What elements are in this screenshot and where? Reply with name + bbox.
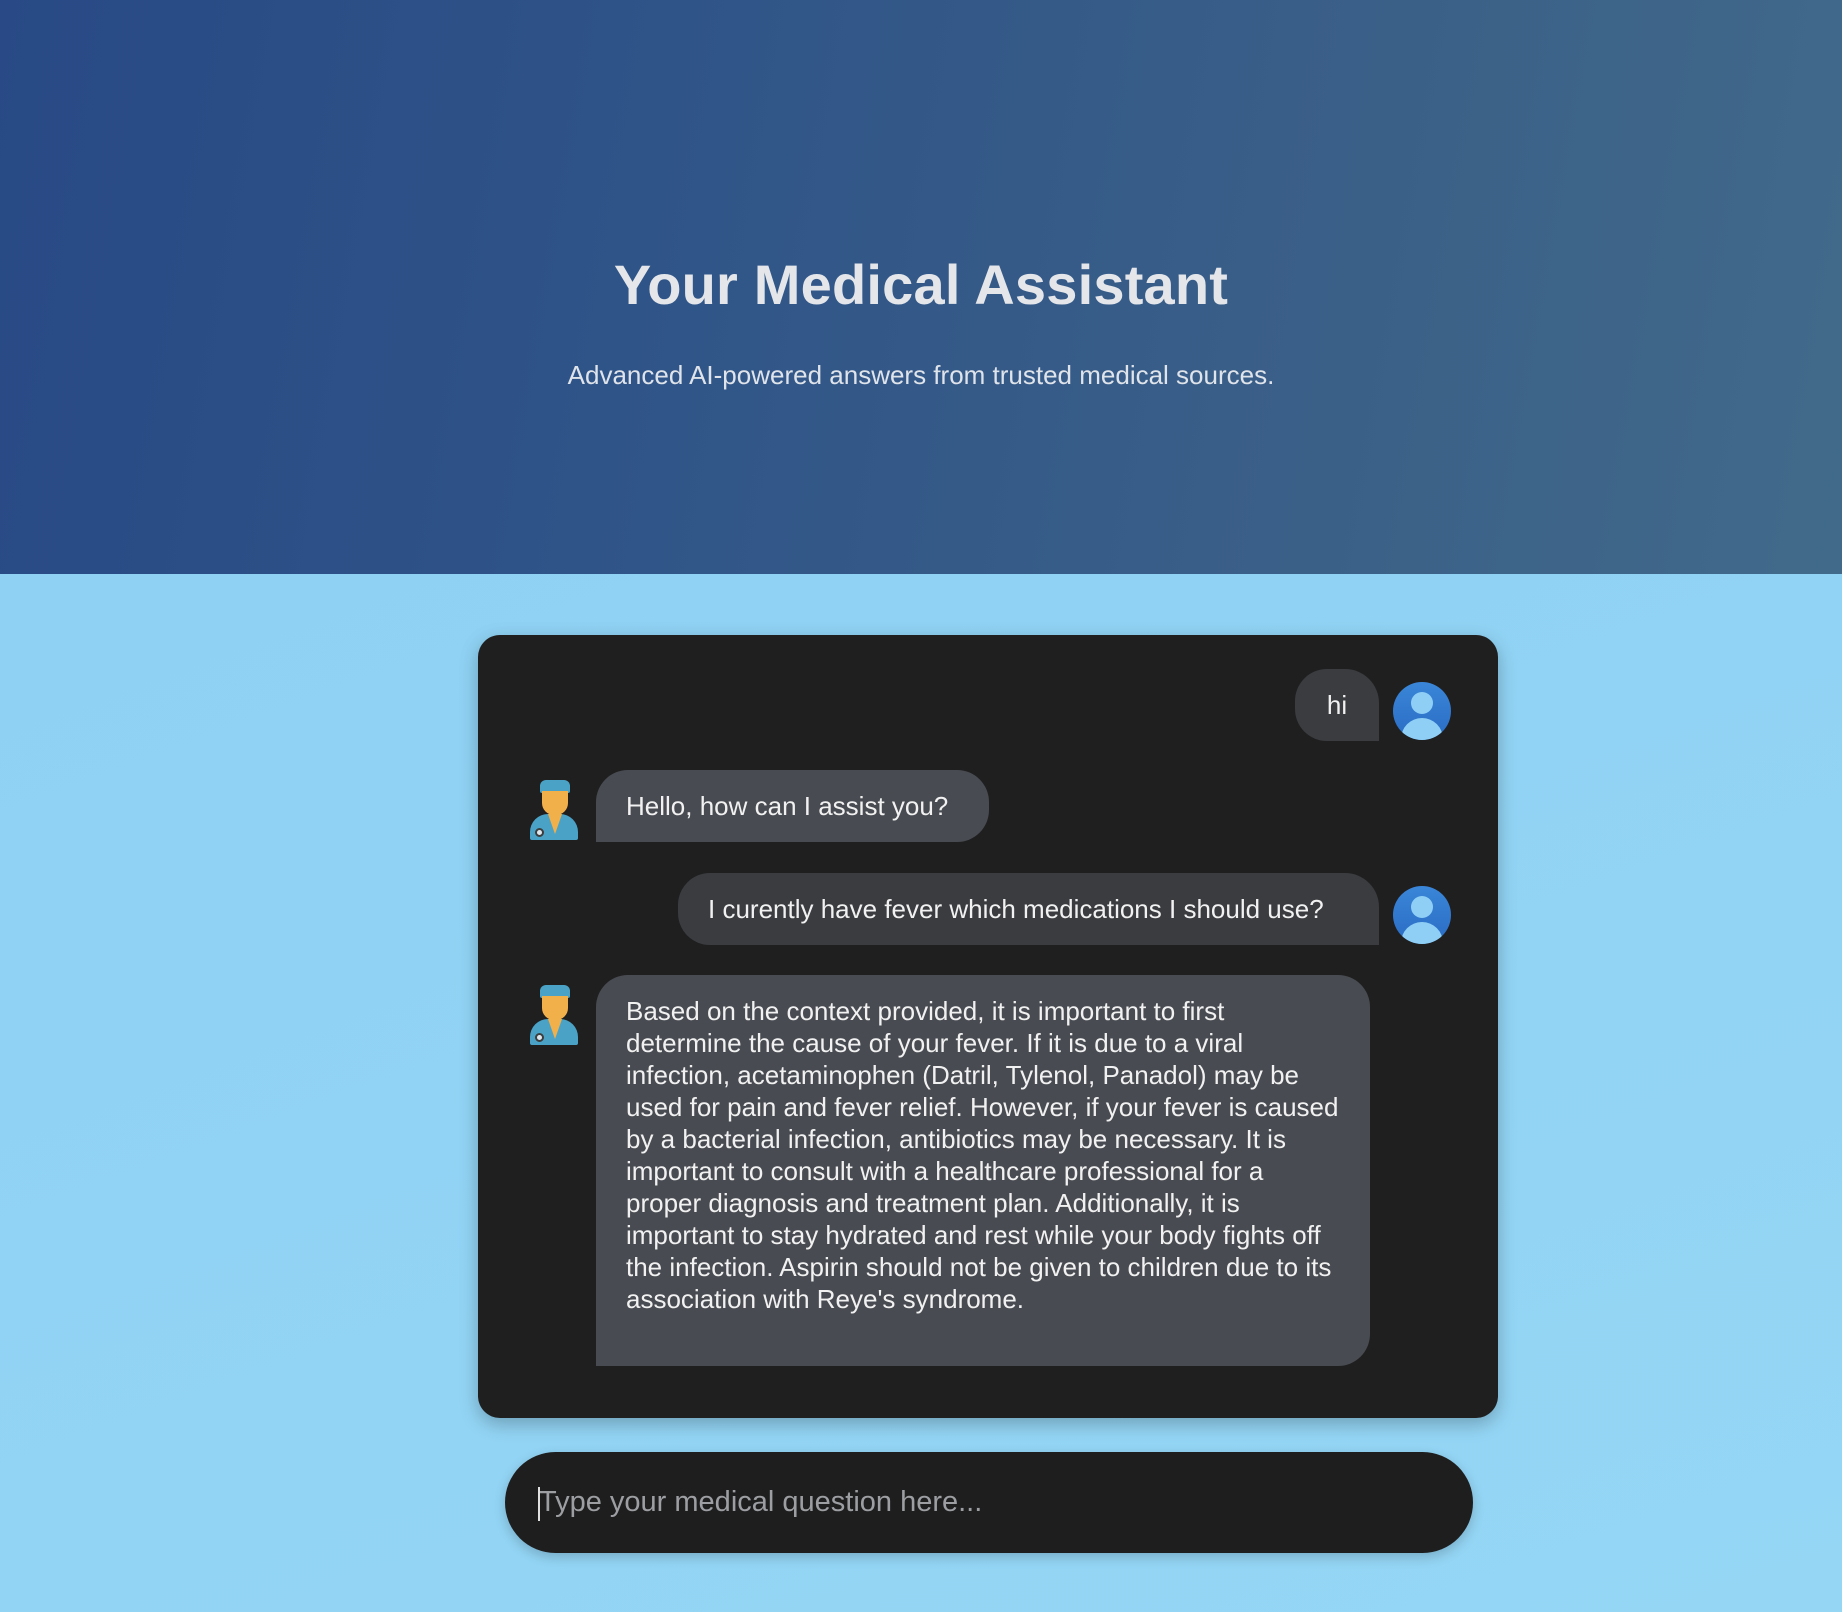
question-input[interactable]	[539, 1452, 1439, 1553]
user-message-bubble: I curently have fever which medications …	[678, 873, 1379, 945]
chat-message-assistant: Based on the context provided, it is imp…	[526, 975, 1370, 1366]
text-caret	[538, 1487, 540, 1521]
user-message-bubble: hi	[1295, 669, 1379, 741]
page-subtitle: Advanced AI-powered answers from trusted…	[567, 360, 1275, 390]
doctor-icon	[526, 778, 582, 840]
question-input-container[interactable]	[505, 1452, 1473, 1553]
assistant-message-bubble: Based on the context provided, it is imp…	[596, 975, 1370, 1366]
chat-message-assistant: Hello, how can I assist you?	[526, 770, 989, 842]
doctor-icon	[526, 983, 582, 1045]
chat-message-user: I curently have fever which medications …	[678, 873, 1451, 945]
user-avatar-icon	[1393, 886, 1451, 944]
assistant-message-bubble: Hello, how can I assist you?	[596, 770, 989, 842]
user-avatar-icon	[1393, 682, 1451, 740]
page-title: Your Medical Assistant	[613, 253, 1229, 316]
chat-message-user: hi	[1295, 669, 1451, 741]
chat-panel[interactable]: hi Hello, how can I assist you? I curent…	[478, 635, 1498, 1418]
hero-header: Your Medical Assistant Advanced AI-power…	[0, 0, 1842, 574]
